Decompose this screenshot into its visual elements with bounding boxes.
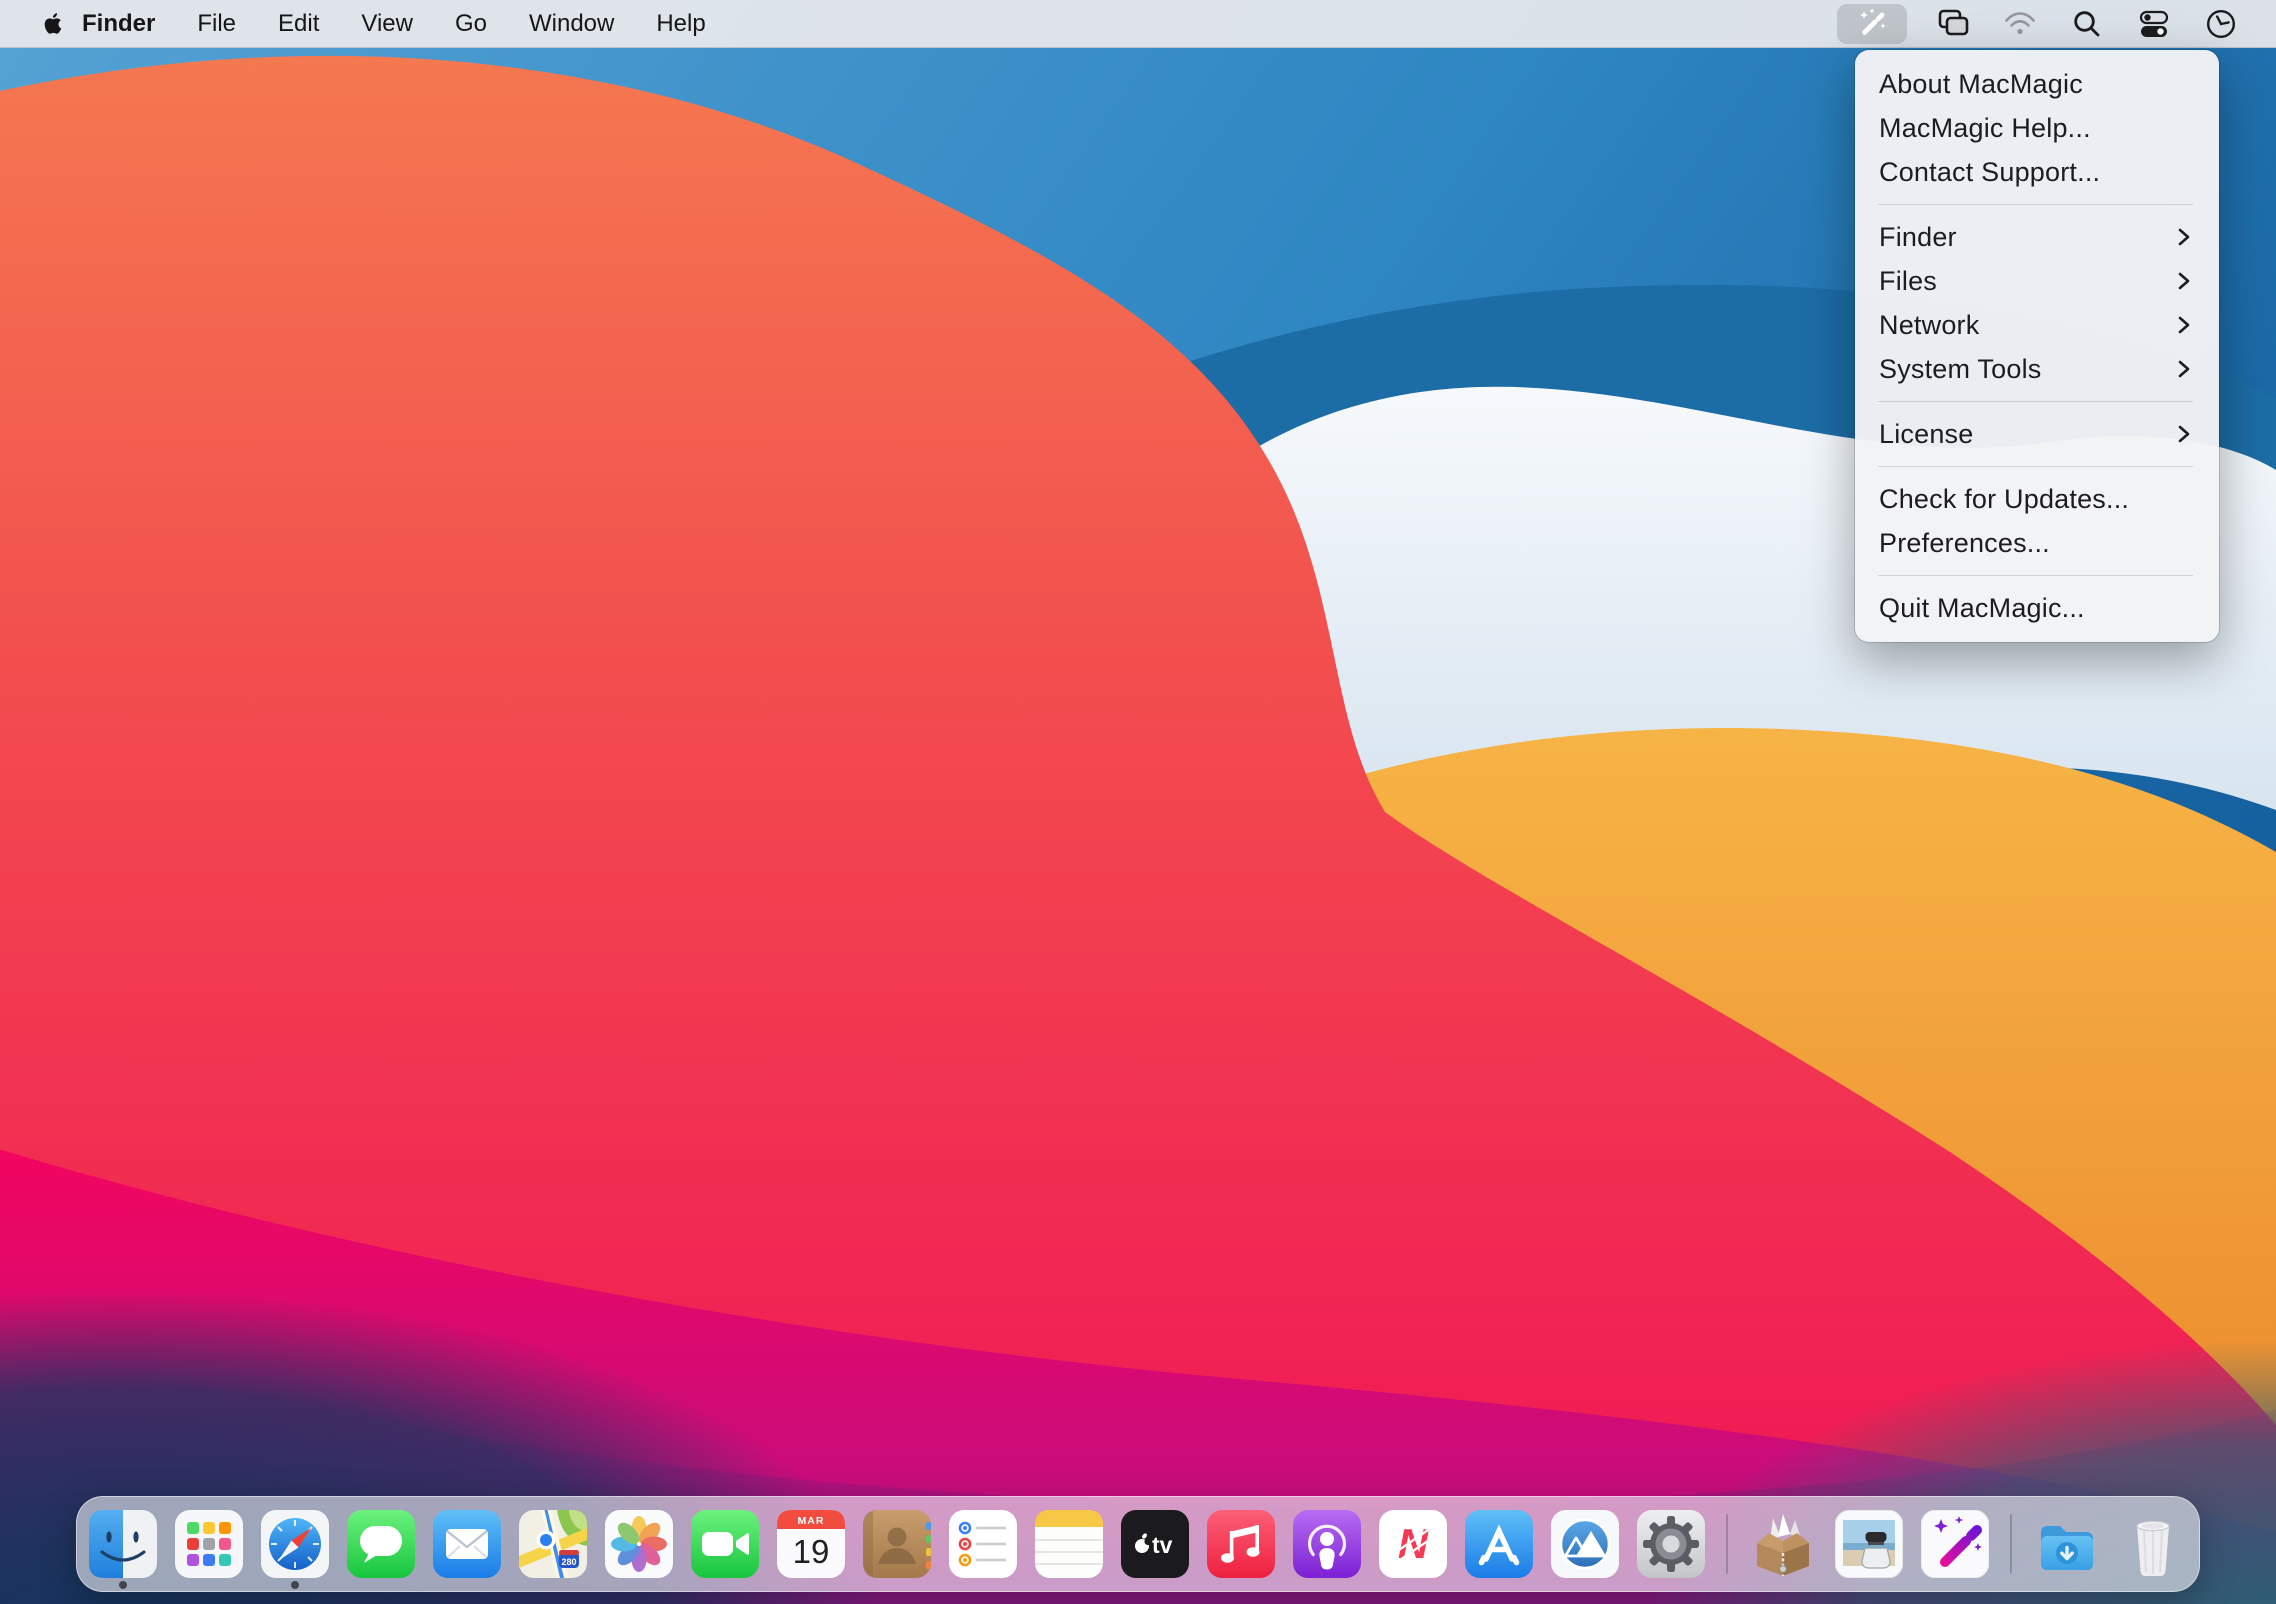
- menu-bar-item-view[interactable]: View: [340, 0, 434, 48]
- dock-trash[interactable]: [2119, 1510, 2187, 1578]
- dock-downloads-folder[interactable]: [2033, 1510, 2101, 1578]
- menu-bar-left: Finder File Edit View Go Window Help: [42, 0, 727, 48]
- menu-item-macmagic-help[interactable]: MacMagic Help...: [1855, 106, 2219, 150]
- calendar-month: MAR: [798, 1515, 825, 1527]
- dock-facetime[interactable]: [691, 1510, 759, 1578]
- chevron-right-icon: [2177, 358, 2191, 380]
- dock-maps[interactable]: 280: [519, 1510, 587, 1578]
- running-indicator: [291, 1581, 299, 1589]
- dock-macmagic[interactable]: [1921, 1510, 1989, 1578]
- menu-item-contact-support[interactable]: Contact Support...: [1855, 150, 2219, 194]
- dock-mail[interactable]: [433, 1510, 501, 1578]
- menu-separator: [1878, 466, 2193, 467]
- menu-item-system-tools[interactable]: System Tools: [1855, 347, 2219, 391]
- dock-news[interactable]: N: [1379, 1510, 1447, 1578]
- tv-label: tv: [1152, 1532, 1173, 1558]
- dock-podcasts[interactable]: [1293, 1510, 1361, 1578]
- menu-bar-item-window[interactable]: Window: [508, 0, 635, 48]
- menu-bar-app-name[interactable]: Finder: [82, 0, 176, 48]
- dock-reminders[interactable]: [949, 1510, 1017, 1578]
- wifi-icon[interactable]: [1999, 4, 2041, 44]
- menu-item-finder[interactable]: Finder: [1855, 215, 2219, 259]
- calendar-day: 19: [793, 1533, 830, 1570]
- dock: 280 MAR: [76, 1496, 2200, 1592]
- menu-separator: [1878, 575, 2193, 576]
- dock-app-store[interactable]: [1465, 1510, 1533, 1578]
- dock-archiver[interactable]: [1749, 1510, 1817, 1578]
- clock-icon[interactable]: [2200, 4, 2242, 44]
- menu-item-license[interactable]: License: [1855, 412, 2219, 456]
- dock-app-cleaner[interactable]: [1551, 1510, 1619, 1578]
- dock-separator: [1726, 1514, 1728, 1574]
- dock-apple-tv[interactable]: tv: [1121, 1510, 1189, 1578]
- macmagic-dropdown-menu: About MacMagic MacMagic Help... Contact …: [1855, 50, 2219, 642]
- dock-messages[interactable]: [347, 1510, 415, 1578]
- menu-bar-item-edit[interactable]: Edit: [257, 0, 340, 48]
- dock-contacts[interactable]: [863, 1510, 931, 1578]
- dock-image-viewer[interactable]: [1835, 1510, 1903, 1578]
- menu-separator: [1878, 204, 2193, 205]
- chevron-right-icon: [2177, 270, 2191, 292]
- macmagic-wand-icon[interactable]: [1837, 4, 1907, 44]
- chevron-right-icon: [2177, 423, 2191, 445]
- dock-system-preferences[interactable]: [1637, 1510, 1705, 1578]
- dock-separator: [2010, 1514, 2012, 1574]
- menu-item-check-for-updates[interactable]: Check for Updates...: [1855, 477, 2219, 521]
- menu-item-preferences[interactable]: Preferences...: [1855, 521, 2219, 565]
- dock-music[interactable]: [1207, 1510, 1275, 1578]
- running-indicator: [119, 1581, 127, 1589]
- interstate-shield: 280: [559, 1550, 579, 1568]
- chevron-right-icon: [2177, 314, 2191, 336]
- menu-bar-item-file[interactable]: File: [176, 0, 257, 48]
- dock-photos[interactable]: [605, 1510, 673, 1578]
- menu-bar-item-help[interactable]: Help: [635, 0, 726, 48]
- apple-logo-icon[interactable]: [42, 12, 62, 35]
- svg-text:280: 280: [561, 1557, 576, 1567]
- menu-separator: [1878, 401, 2193, 402]
- menu-bar: Finder File Edit View Go Window Help: [0, 0, 2276, 48]
- control-center-icon[interactable]: [2133, 4, 2175, 44]
- menu-bar-item-go[interactable]: Go: [434, 0, 508, 48]
- menu-bar-status-area: [1837, 4, 2242, 44]
- dock-notes[interactable]: [1035, 1510, 1103, 1578]
- dock-safari[interactable]: [261, 1510, 329, 1578]
- menu-item-about-macmagic[interactable]: About MacMagic: [1855, 62, 2219, 106]
- dock-finder[interactable]: [89, 1510, 157, 1578]
- dock-launchpad[interactable]: [175, 1510, 243, 1578]
- menu-item-network[interactable]: Network: [1855, 303, 2219, 347]
- chevron-right-icon: [2177, 226, 2191, 248]
- dock-calendar[interactable]: MAR 19: [777, 1510, 845, 1578]
- stacked-windows-icon[interactable]: [1932, 4, 1974, 44]
- search-icon[interactable]: [2066, 4, 2108, 44]
- menu-item-files[interactable]: Files: [1855, 259, 2219, 303]
- gear-icon: [1643, 1516, 1699, 1572]
- menu-item-quit-macmagic[interactable]: Quit MacMagic...: [1855, 586, 2219, 630]
